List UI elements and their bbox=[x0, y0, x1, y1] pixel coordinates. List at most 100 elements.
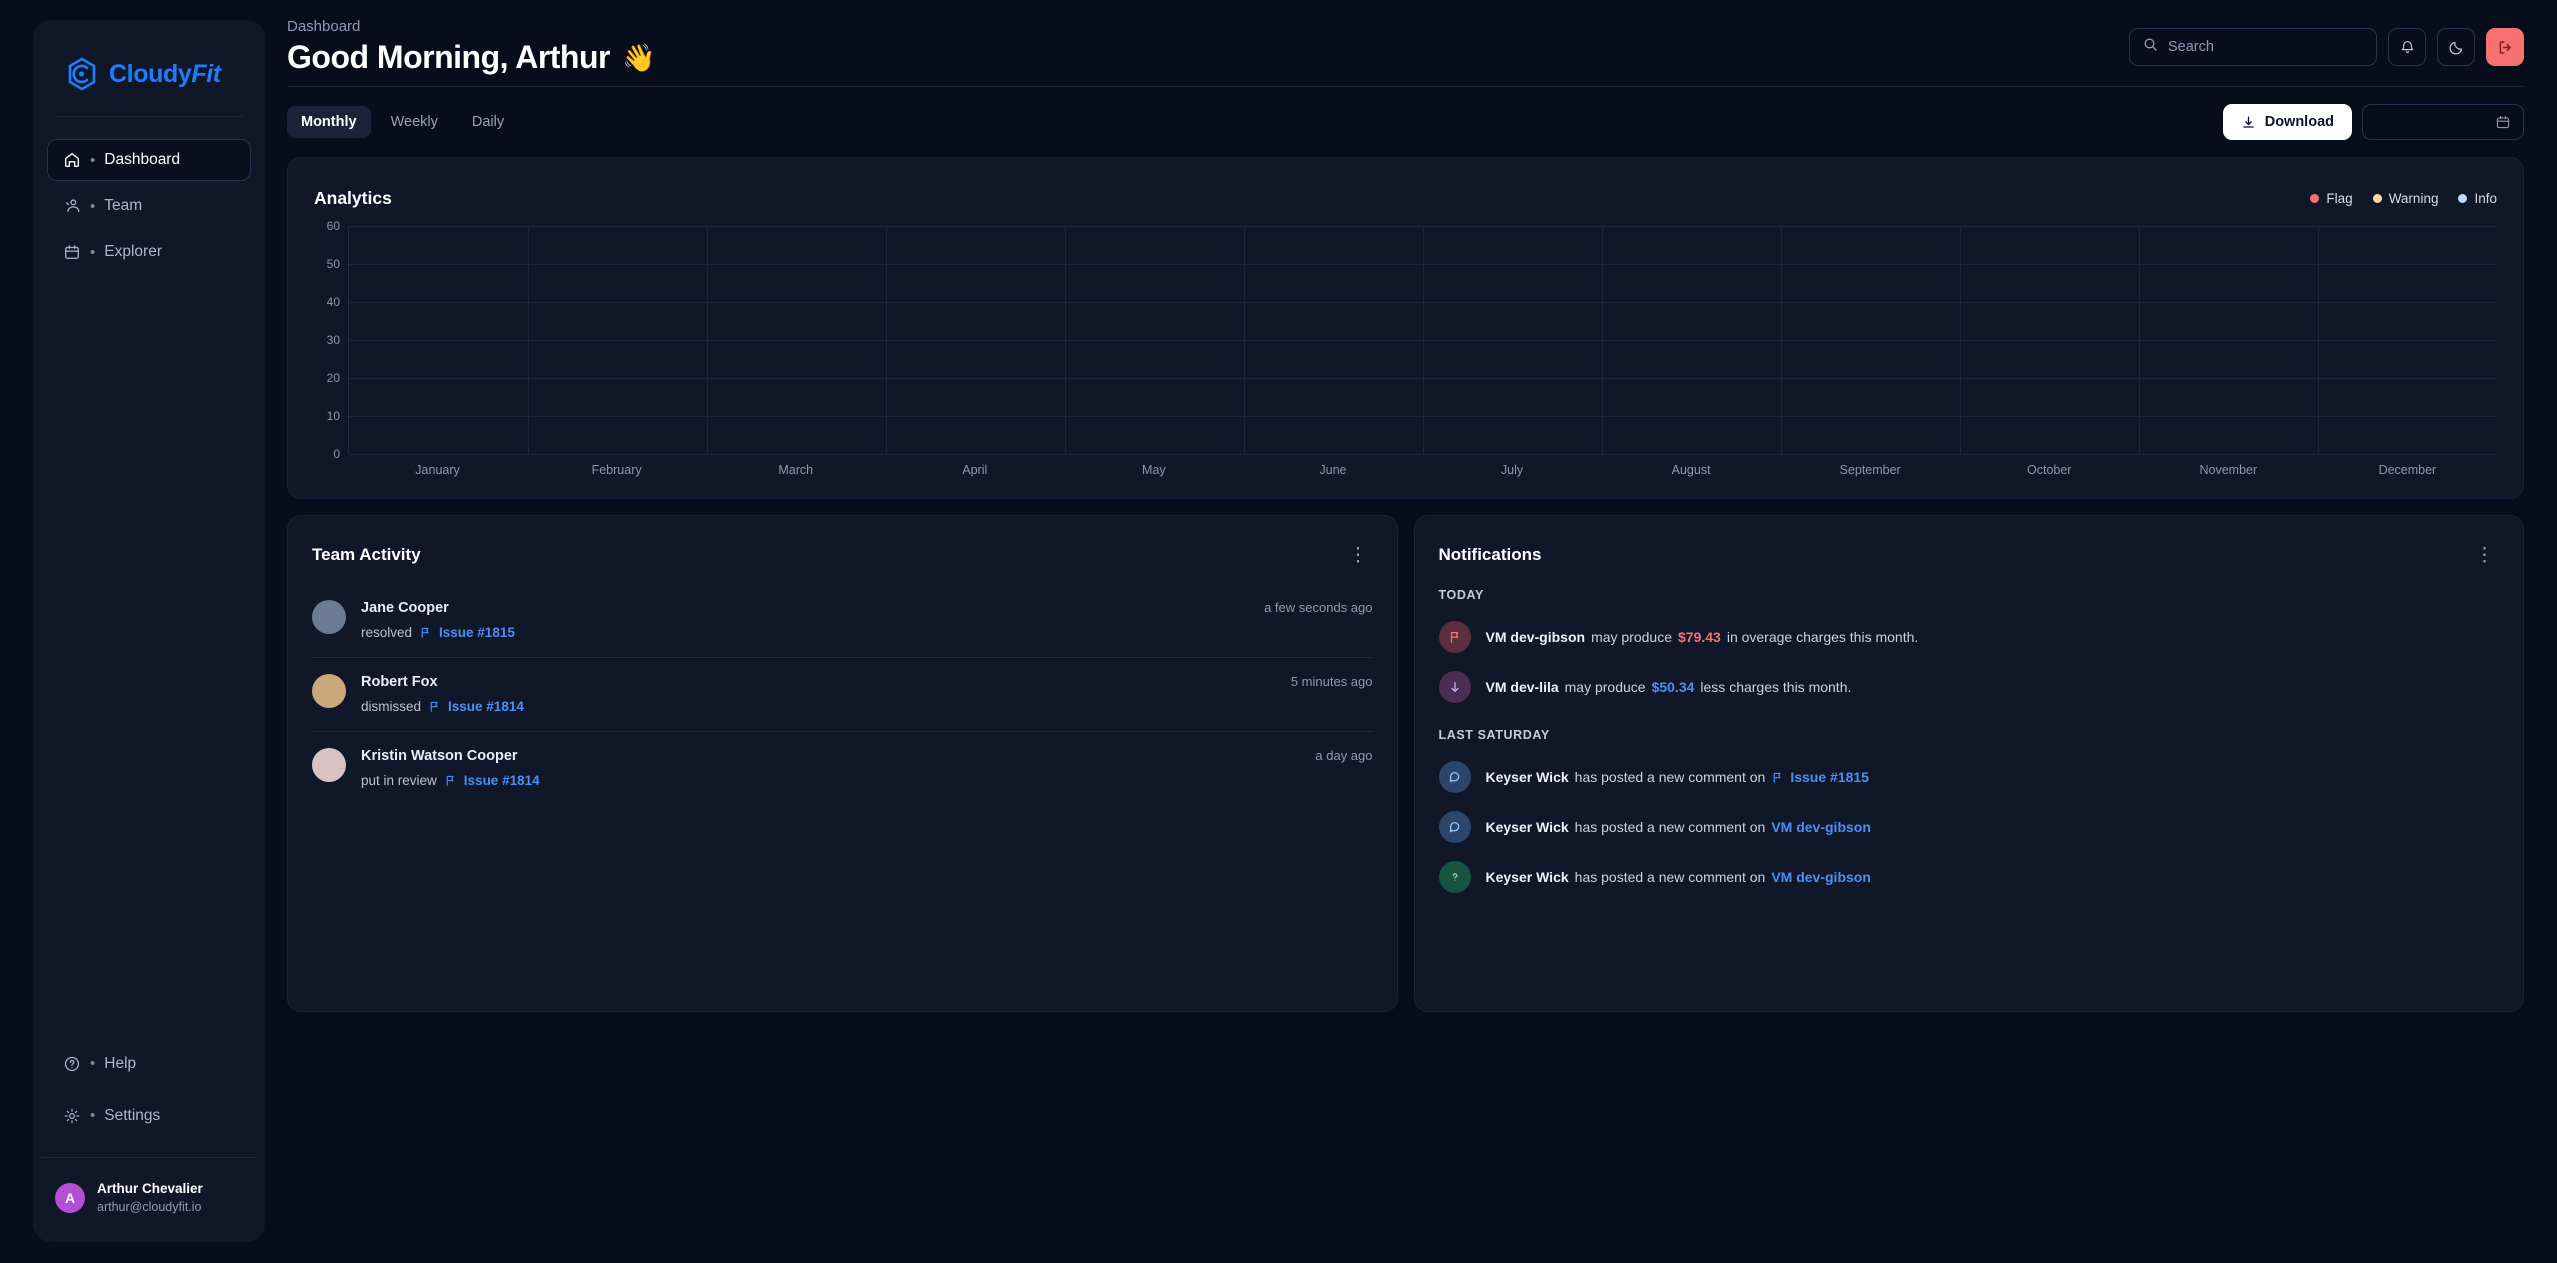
activity-timestamp: 5 minutes ago bbox=[1290, 674, 1373, 689]
team-activity-list: Jane Cooper a few seconds ago resolved Issu… bbox=[312, 584, 1373, 805]
legend-item[interactable]: Warning bbox=[2372, 191, 2438, 206]
flag-icon bbox=[1774, 772, 1781, 783]
kebab-menu-icon[interactable]: ⋮ bbox=[1345, 546, 1373, 565]
toolbar: Monthly Weekly Daily Download bbox=[287, 87, 2524, 157]
notification-subject: Keyser Wick bbox=[1485, 769, 1569, 785]
notification-suffix: in overage charges this month. bbox=[1726, 629, 1919, 645]
notification-text: may produce bbox=[1591, 629, 1672, 645]
activity-timestamp: a few seconds ago bbox=[1264, 600, 1373, 615]
avatar bbox=[312, 674, 346, 708]
analytics-title: Analytics bbox=[314, 187, 392, 208]
date-picker[interactable] bbox=[2362, 104, 2524, 140]
sidebar-bottom-nav: • Help • Settings bbox=[33, 1043, 265, 1137]
lower-panels: Team Activity ⋮ Jane Cooper a few seconds… bbox=[287, 515, 2524, 1012]
notification-group: TODAY VM dev-gibson may produce $79.43 in ov… bbox=[1438, 588, 2500, 712]
activity-top: Robert Fox 5 minutes ago bbox=[361, 674, 1373, 690]
notifications-button[interactable] bbox=[2388, 28, 2426, 66]
cloudyfit-logo-icon bbox=[65, 57, 99, 91]
legend-label: Flag bbox=[2326, 190, 2353, 206]
x-tick-label: May bbox=[1142, 463, 1166, 477]
x-tick-label: November bbox=[2199, 463, 2258, 477]
flag-icon bbox=[446, 775, 454, 786]
notification-row[interactable]: Keyser Wick has posted a new comment on Is… bbox=[1438, 752, 2500, 802]
issue-link[interactable]: Issue #1814 bbox=[448, 699, 524, 714]
toolbar-right: Download bbox=[2222, 104, 2524, 140]
y-tick-label: 20 bbox=[326, 370, 340, 385]
sidebar-item-label: Dashboard bbox=[104, 151, 181, 168]
search-input[interactable] bbox=[2168, 39, 2363, 55]
brand-name: CloudyFit bbox=[109, 59, 221, 88]
activity-body: Kristin Watson Cooper a day ago put in rev… bbox=[361, 748, 1373, 788]
sidebar-item-team[interactable]: • Team bbox=[47, 185, 251, 227]
y-tick-label: 10 bbox=[326, 409, 340, 423]
issue-link[interactable]: Issue #1815 bbox=[439, 625, 515, 640]
download-button[interactable]: Download bbox=[2222, 104, 2352, 140]
comment-icon bbox=[1438, 811, 1471, 843]
activity-row[interactable]: Jane Cooper a few seconds ago resolved Issu… bbox=[312, 584, 1373, 658]
chart-plot-area: 0 10 20 30 40 50 60 bbox=[314, 219, 2497, 461]
sidebar-bullet: • bbox=[90, 197, 96, 215]
bell-icon bbox=[2401, 40, 2413, 53]
notification-link[interactable]: VM dev-gibson bbox=[1771, 869, 1871, 885]
logout-button[interactable] bbox=[2486, 28, 2524, 66]
analytics-card: Analytics Flag Warning Info 0 10 20 30 40 50 60 … bbox=[287, 157, 2524, 499]
greeting-text: Good Morning, Arthur bbox=[287, 39, 610, 75]
legend-item[interactable]: Info bbox=[2458, 191, 2497, 206]
tab-daily[interactable]: Daily bbox=[458, 106, 518, 138]
breadcrumb: Dashboard bbox=[287, 18, 361, 35]
notification-row[interactable]: VM dev-lila may produce $50.34 less charges… bbox=[1438, 662, 2500, 712]
tab-monthly[interactable]: Monthly bbox=[287, 106, 371, 138]
page-heading: Dashboard Good Morning, Arthur 👋 bbox=[287, 18, 656, 76]
sidebar-item-dashboard[interactable]: • Dashboard bbox=[47, 139, 251, 181]
waving-hand-icon: 👋 bbox=[621, 42, 656, 73]
sidebar-item-help[interactable]: • Help bbox=[47, 1043, 251, 1085]
legend-item[interactable]: Flag bbox=[2310, 190, 2353, 206]
legend-swatch bbox=[2372, 193, 2382, 203]
search-box[interactable] bbox=[2129, 28, 2377, 66]
activity-row[interactable]: Robert Fox 5 minutes ago dismissed Issue #1… bbox=[312, 658, 1373, 732]
activity-row[interactable]: Kristin Watson Cooper a day ago put in rev… bbox=[312, 732, 1373, 805]
download-label: Download bbox=[2264, 114, 2334, 130]
theme-toggle-button[interactable] bbox=[2437, 28, 2475, 66]
period-tabs: Monthly Weekly Daily bbox=[287, 106, 518, 138]
activity-top: Kristin Watson Cooper a day ago bbox=[361, 748, 1373, 764]
grid-line-vertical bbox=[886, 226, 887, 454]
tab-weekly[interactable]: Weekly bbox=[377, 106, 452, 138]
sidebar-item-label: Help bbox=[104, 1054, 137, 1072]
profile-name: Arthur Chevalier bbox=[97, 1180, 203, 1196]
team-activity-panel: Team Activity ⋮ Jane Cooper a few seconds… bbox=[287, 515, 1398, 1012]
grid-line-vertical bbox=[1960, 226, 1961, 454]
notification-link[interactable]: Issue #1815 bbox=[1790, 769, 1869, 785]
flag-icon bbox=[430, 701, 438, 712]
chart-legend: Flag Warning Info bbox=[2310, 191, 2497, 206]
brand-logo[interactable]: CloudyFit bbox=[33, 20, 265, 94]
grid-line-vertical bbox=[2318, 226, 2319, 454]
notification-message: Keyser Wick has posted a new comment on VM… bbox=[1486, 869, 1871, 885]
notification-link[interactable]: VM dev-gibson bbox=[1771, 819, 1871, 835]
activity-user-name: Jane Cooper bbox=[361, 600, 449, 616]
chart-grid bbox=[348, 226, 2497, 455]
notification-row[interactable]: Keyser Wick has posted a new comment on VM… bbox=[1438, 852, 2500, 902]
logout-icon bbox=[2499, 40, 2511, 54]
home-icon bbox=[62, 151, 81, 170]
legend-label: Info bbox=[2474, 190, 2497, 206]
issue-link[interactable]: Issue #1814 bbox=[464, 773, 540, 788]
x-tick-label: September bbox=[1839, 463, 1901, 477]
sidebar-user-profile[interactable]: A Arthur Chevalier arthur@cloudyfit.io bbox=[33, 1158, 265, 1242]
sidebar-bullet: • bbox=[90, 1055, 96, 1073]
calendar-icon bbox=[62, 243, 81, 262]
activity-action: put in review bbox=[361, 773, 437, 788]
sidebar-item-settings[interactable]: • Settings bbox=[47, 1095, 251, 1137]
sidebar-bullet: • bbox=[90, 1107, 96, 1125]
notifications-title: Notifications bbox=[1438, 545, 1542, 564]
sidebar-item-explorer[interactable]: • Explorer bbox=[47, 231, 251, 273]
main-content: Dashboard Good Morning, Arthur 👋 Search … bbox=[265, 0, 2557, 1263]
notification-row[interactable]: Keyser Wick has posted a new comment on VM… bbox=[1438, 802, 2500, 852]
grid-line-vertical bbox=[528, 226, 529, 454]
notification-amount: $50.34 bbox=[1651, 679, 1695, 695]
analytics-header: Analytics Flag Warning Info bbox=[314, 178, 2497, 218]
activity-user-name: Robert Fox bbox=[361, 674, 438, 690]
notification-row[interactable]: VM dev-gibson may produce $79.43 in overage… bbox=[1438, 612, 2500, 662]
kebab-menu-icon[interactable]: ⋮ bbox=[2471, 546, 2499, 565]
